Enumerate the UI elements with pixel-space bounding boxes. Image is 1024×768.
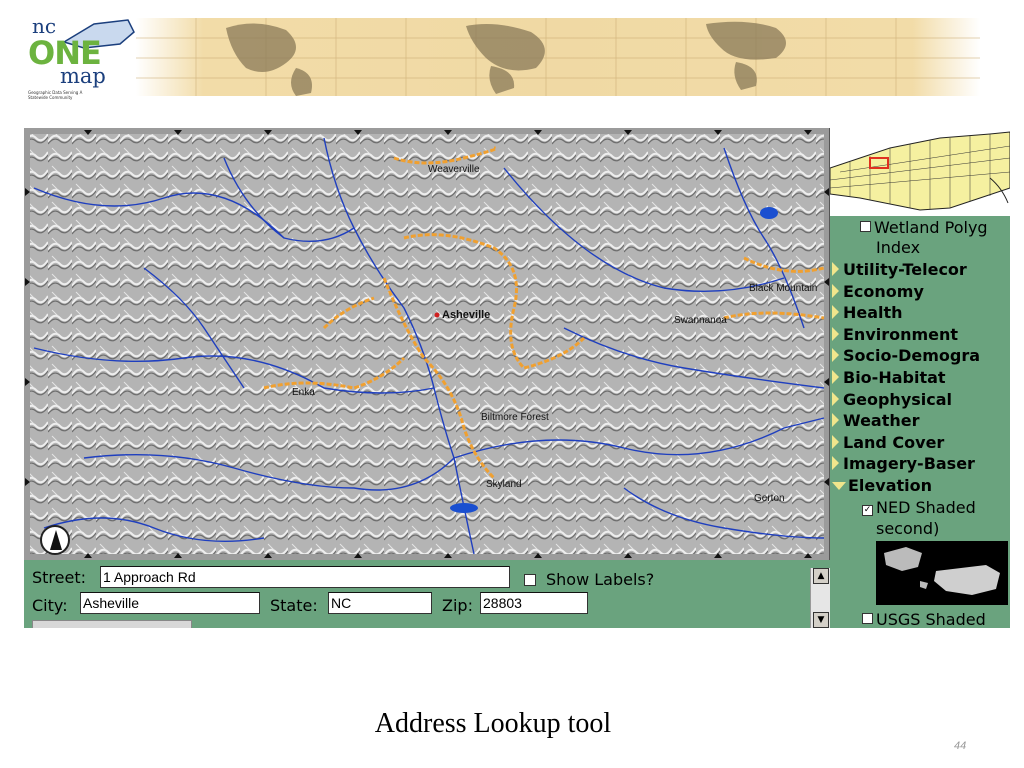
lake [760,207,778,219]
state-label: State: [270,596,318,615]
world-map-graphic [136,18,980,96]
category-label: Elevation [848,476,933,495]
place-asheville: Asheville [442,309,490,321]
usgs-layer-label: USGS Shaded [876,610,986,628]
category-label: Environment [843,325,959,344]
expand-triangle-icon [832,456,839,470]
wetland-checkbox[interactable] [860,221,871,232]
city-input[interactable]: Asheville [80,592,260,614]
us-relief-thumbnail [884,547,1000,595]
address-lookup-form: Street: 1 Approach Rd Show Labels? City:… [24,560,830,628]
collapse-triangle-icon [832,482,846,490]
page-number: 44 [954,740,967,752]
scroll-down-button[interactable]: ▼ [813,612,829,628]
nc-counties-overview [830,128,1010,216]
relief-background [30,134,824,554]
category-label: Health [843,303,903,322]
expand-triangle-icon [832,413,839,427]
category-label: Imagery-Baser [843,454,975,473]
lookup-button[interactable] [32,620,192,628]
wetland-layer-label: Wetland Polyg [874,218,988,237]
wetland-layer-sub: Index [876,238,921,257]
city-label: City: [32,596,68,615]
ned-preview-thumbnail [876,541,1008,605]
category-health[interactable]: Health [832,303,903,322]
category-utility-telecom[interactable]: Utility-Telecor [832,260,967,279]
usgs-layer-item[interactable]: USGS Shaded [862,610,986,628]
place-gerton: Gerton [754,493,785,504]
nc-onemap-logo: nc ONE map Geographic Data Serving A Sta… [24,14,136,100]
category-label: Geophysical [843,390,953,409]
category-land-cover[interactable]: Land Cover [832,433,944,452]
map-viewport[interactable]: Weaverville Asheville Black Mountain Swa… [24,128,830,560]
zip-label: Zip: [442,596,473,615]
category-label: Economy [843,282,924,301]
category-economy[interactable]: Economy [832,282,924,301]
show-labels-label: Show Labels? [546,570,655,589]
asheville-dot [434,312,440,318]
form-scrollbar[interactable]: ▲ ▼ [810,568,830,628]
place-black-mountain: Black Mountain [749,283,817,294]
category-label: Utility-Telecor [843,260,967,279]
category-label: Weather [843,411,920,430]
category-label: Socio-Demogra [843,346,981,365]
north-arrow-icon [40,525,70,555]
place-weaverville: Weaverville [428,164,480,175]
street-label: Street: [32,568,87,587]
shaded-relief-map[interactable]: Weaverville Asheville Black Mountain Swa… [24,128,830,560]
ned-layer-sub: second) [876,519,940,538]
overview-map[interactable] [830,128,1010,216]
layer-list-panel: Wetland Polyg Index Utility-Telecor Econ… [830,216,1010,628]
place-biltmore-forest: Biltmore Forest [481,412,549,423]
logo-map: map [60,64,106,88]
category-geophysical[interactable]: Geophysical [832,390,952,409]
map-application: Weaverville Asheville Black Mountain Swa… [24,128,1010,628]
category-weather[interactable]: Weather [832,411,920,430]
expand-triangle-icon [832,262,839,276]
ned-layer-label: NED Shaded [876,498,976,517]
expand-triangle-icon [832,435,839,449]
place-swannanoa: Swannanoa [674,315,727,326]
category-bio-habitat[interactable]: Bio-Habitat [832,368,946,387]
place-enka: Enka [292,387,315,398]
expand-triangle-icon [832,284,839,298]
expand-triangle-icon [832,392,839,406]
place-skyland: Skyland [486,479,522,490]
expand-triangle-icon [832,370,839,384]
expand-triangle-icon [832,348,839,362]
category-label: Bio-Habitat [843,368,946,387]
category-elevation[interactable]: Elevation [832,476,932,495]
expand-triangle-icon [832,305,839,319]
ned-layer-item[interactable]: ✓ NED Shaded [862,498,976,517]
logo-tagline: Geographic Data Serving A Statewide Comm… [28,90,83,100]
category-imagery-base[interactable]: Imagery-Baser [832,454,975,473]
street-input[interactable]: 1 Approach Rd [100,566,510,588]
show-labels-checkbox[interactable] [524,574,536,586]
world-map-banner [136,18,980,96]
wetland-layer-item[interactable]: Wetland Polyg [860,218,988,237]
usgs-checkbox[interactable] [862,613,873,624]
category-socio-demographic[interactable]: Socio-Demogra [832,346,980,365]
category-label: Land Cover [843,433,945,452]
expand-triangle-icon [832,327,839,341]
zip-input[interactable]: 28803 [480,592,588,614]
scroll-up-button[interactable]: ▲ [813,568,829,584]
lake [450,503,478,513]
category-environment[interactable]: Environment [832,325,958,344]
slide-caption: Address Lookup tool [374,708,612,739]
ned-checkbox[interactable]: ✓ [862,505,873,516]
state-input[interactable]: NC [328,592,432,614]
